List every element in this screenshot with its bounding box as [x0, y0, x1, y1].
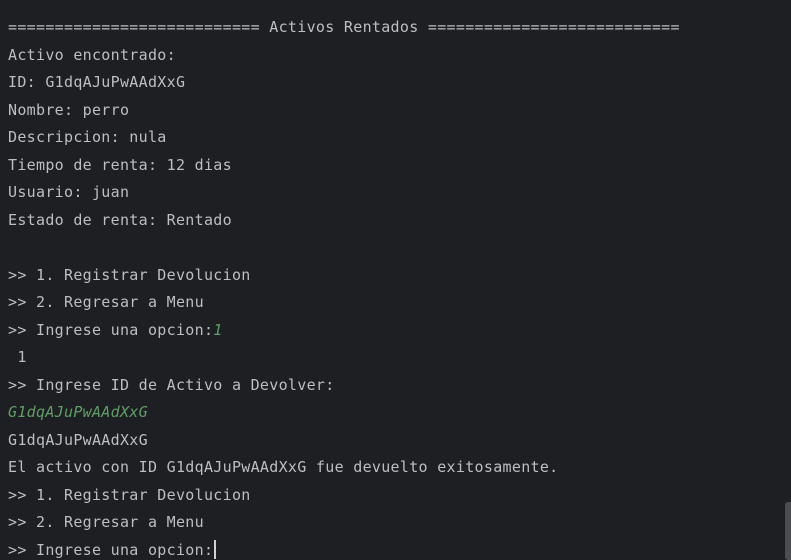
- option-echo: 1: [8, 348, 27, 366]
- menu-option-back-to-menu-2: >> 2. Regresar a Menu: [8, 513, 204, 531]
- menu-option-register-return-2: >> 1. Registrar Devolucion: [8, 485, 251, 504]
- user-line: Usuario: juan: [8, 183, 130, 201]
- section-header: =========================== Activos Rent…: [8, 18, 680, 36]
- scrollbar-thumb[interactable]: [785, 502, 791, 560]
- asset-id-line: ID: G1dqAJuPwAAdXxG: [8, 73, 186, 91]
- found-label: Activo encontrado:: [8, 45, 176, 64]
- active-prompt-line[interactable]: >> Ingrese una opcion:: [8, 537, 791, 560]
- vertical-scrollbar[interactable]: [785, 0, 791, 560]
- asset-name-line: Nombre: perro: [8, 100, 130, 119]
- console-output[interactable]: =========================== Activos Rent…: [0, 0, 791, 560]
- menu-option-register-return: >> 1. Registrar Devolucion: [8, 265, 251, 284]
- menu-option-back-to-menu: >> 2. Regresar a Menu: [8, 293, 204, 311]
- active-option-prompt: >> Ingrese una opcion:: [8, 540, 214, 559]
- asset-id-prompt: >> Ingrese ID de Activo a Devolver:: [8, 375, 335, 394]
- asset-id-user-input: G1dqAJuPwAAdXxG: [8, 403, 148, 421]
- option-prompt: >> Ingrese una opcion:: [8, 320, 214, 339]
- option-prompt-line: >> Ingrese una opcion:1: [8, 317, 791, 345]
- option-user-input: 1: [213, 320, 223, 339]
- success-message: El activo con ID G1dqAJuPwAAdXxG fue dev…: [8, 458, 559, 476]
- asset-id-echo: G1dqAJuPwAAdXxG: [8, 430, 148, 449]
- text-cursor: [214, 539, 217, 559]
- rental-status-line: Estado de renta: Rentado: [8, 210, 232, 229]
- asset-description-line: Descripcion: nula: [8, 128, 167, 146]
- rental-time-line: Tiempo de renta: 12 dias: [8, 155, 232, 174]
